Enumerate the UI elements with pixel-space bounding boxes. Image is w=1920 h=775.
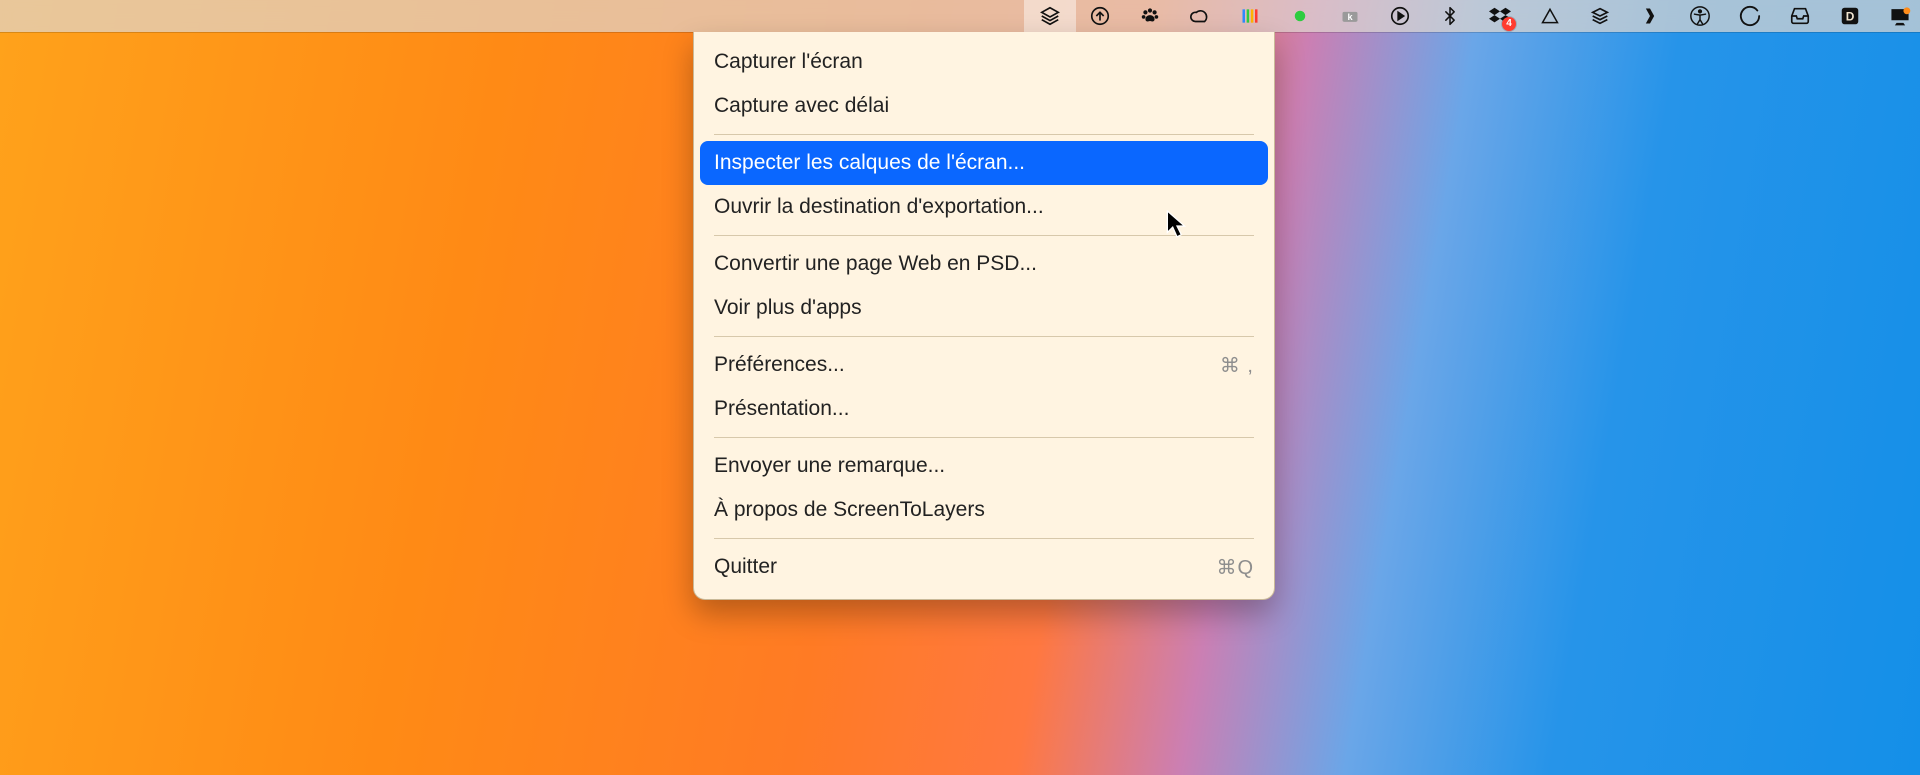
menu-item-see-more-apps[interactable]: Voir plus d'apps [694, 286, 1274, 330]
svg-text:D: D [1846, 10, 1855, 24]
menu-item-about[interactable]: À propos de ScreenToLayers [694, 488, 1274, 532]
d-square-icon[interactable]: D [1838, 4, 1862, 28]
menu-item-inspect-layers[interactable]: Inspecter les calques de l'écran... [700, 141, 1268, 185]
keynote-icon[interactable]: k [1338, 4, 1362, 28]
menu-item-label: À propos de ScreenToLayers [714, 498, 985, 522]
menu-separator [714, 437, 1254, 438]
menu-separator [714, 538, 1254, 539]
play-circle-icon[interactable] [1388, 4, 1412, 28]
menu-item-capture-delay[interactable]: Capture avec délai [694, 84, 1274, 128]
dropbox-badge: 4 [1502, 17, 1516, 31]
menu-separator [714, 235, 1254, 236]
menu-item-preferences[interactable]: Préférences... ⌘ , [694, 343, 1274, 387]
paw-icon[interactable] [1138, 4, 1162, 28]
menu-item-label: Capture avec délai [714, 94, 889, 118]
menu-item-capture-screen[interactable]: Capturer l'écran [694, 40, 1274, 84]
display-icon[interactable] [1888, 4, 1912, 28]
menu-item-label: Envoyer une remarque... [714, 454, 945, 478]
menu-item-quit[interactable]: Quitter ⌘Q [694, 545, 1274, 589]
menu-item-label: Ouvrir la destination d'exportation... [714, 195, 1044, 219]
menu-item-shortcut: ⌘Q [1216, 555, 1254, 580]
menu-item-label: Inspecter les calques de l'écran... [714, 151, 1025, 175]
menu-item-label: Préférences... [714, 353, 845, 377]
menu-separator [714, 134, 1254, 135]
menu-item-presentation[interactable]: Présentation... [694, 387, 1274, 431]
dropbox-icon[interactable]: 4 [1488, 4, 1512, 28]
menu-item-convert-web-psd[interactable]: Convertir une page Web en PSD... [694, 242, 1274, 286]
menu-item-label: Capturer l'écran [714, 50, 863, 74]
refresh-icon[interactable] [1738, 4, 1762, 28]
layers-icon [1038, 4, 1062, 28]
green-dot-icon[interactable] [1288, 4, 1312, 28]
menubar: k 4 [0, 0, 1920, 32]
menu-separator [714, 336, 1254, 337]
menu-item-send-feedback[interactable]: Envoyer une remarque... [694, 444, 1274, 488]
triangle-icon[interactable] [1538, 4, 1562, 28]
accessibility-icon[interactable] [1688, 4, 1712, 28]
menu-item-shortcut: ⌘ , [1220, 353, 1254, 378]
equalizer-icon[interactable] [1238, 4, 1262, 28]
app-menu-dropdown: Capturer l'écran Capture avec délai Insp… [693, 32, 1275, 600]
bluetooth-icon[interactable] [1438, 4, 1462, 28]
menu-item-label: Voir plus d'apps [714, 296, 862, 320]
menu-item-label: Convertir une page Web en PSD... [714, 252, 1037, 276]
menubar-item-screentolayers[interactable] [1024, 0, 1076, 32]
menu-item-label: Présentation... [714, 397, 849, 421]
upload-icon[interactable] [1088, 4, 1112, 28]
layers2-icon[interactable] [1588, 4, 1612, 28]
creative-cloud-icon[interactable] [1188, 4, 1212, 28]
menu-item-open-export-destination[interactable]: Ouvrir la destination d'exportation... [694, 185, 1274, 229]
plex-icon[interactable] [1638, 4, 1662, 28]
inbox-icon[interactable] [1788, 4, 1812, 28]
menu-item-label: Quitter [714, 555, 777, 579]
